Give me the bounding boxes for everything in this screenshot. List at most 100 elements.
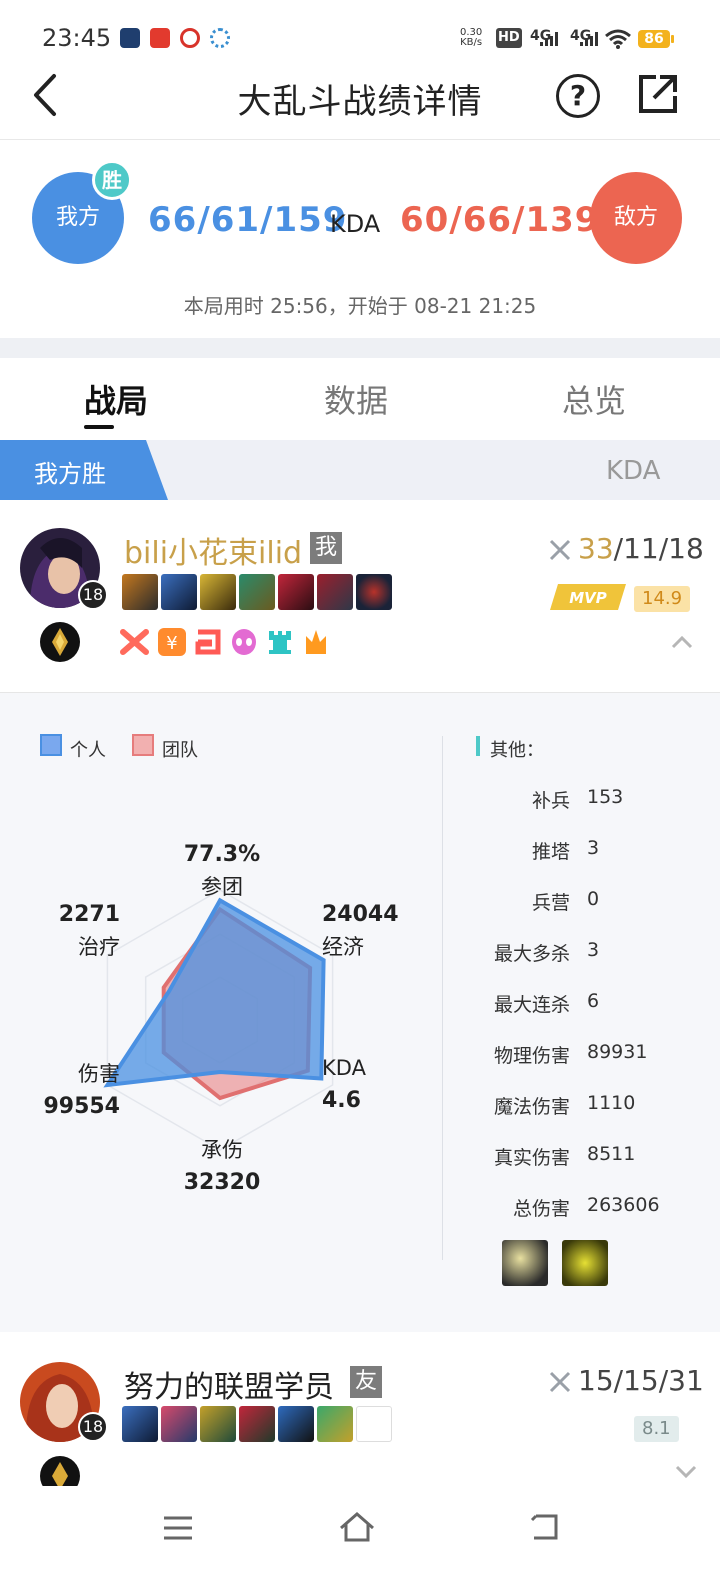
player-score: 8.1	[634, 1416, 679, 1442]
tab-data[interactable]: 数据	[324, 376, 388, 422]
section-divider	[0, 338, 720, 358]
help-icon[interactable]: ?	[556, 74, 600, 118]
item-slot-icon	[278, 574, 314, 610]
stat-value: 8511	[587, 1143, 636, 1165]
rank-emblem-icon	[40, 1456, 80, 1486]
active-tab-indicator	[84, 425, 114, 429]
net-speed-unit: KB/s	[460, 37, 483, 48]
stat-label: 推塔	[531, 841, 570, 863]
flame-badge-icon	[306, 630, 326, 654]
panel-divider	[442, 736, 443, 1260]
participation-value: 77.3%	[183, 842, 261, 867]
crossed-swords-icon	[549, 1371, 571, 1393]
item-slot-icon	[200, 1406, 236, 1442]
item-slot-icon	[239, 574, 275, 610]
stat-label: 补兵	[531, 790, 570, 812]
crossed-swords-icon	[549, 539, 571, 561]
hd-icon: HD	[496, 28, 522, 48]
stat-value: 1110	[587, 1092, 636, 1114]
player-kda: 15/15/31	[578, 1364, 704, 1397]
legend-personal: 个人	[70, 740, 106, 761]
net-speed: 0.30 KB/s	[460, 28, 482, 48]
item-slot-icon	[200, 574, 236, 610]
legend-team-swatch	[132, 734, 154, 756]
item-slot-icon	[122, 1406, 158, 1442]
radar-healing: 2271 治疗	[20, 898, 120, 963]
chevron-up-icon[interactable]	[670, 634, 694, 650]
item-slot-icon	[239, 1406, 275, 1442]
player-row-1[interactable]: 18 bili小花束ilid 我 ¥ 33/11/18 MVP 14.9	[0, 500, 720, 692]
menu-icon[interactable]	[162, 1514, 194, 1542]
wifi-icon	[605, 29, 631, 49]
win-badge: 胜	[92, 160, 132, 200]
triple-kill-badge-icon	[195, 629, 221, 655]
tower-badge-icon	[269, 631, 291, 654]
item-slot-icon	[317, 1406, 353, 1442]
my-team-kda: 66/61/159	[148, 200, 348, 240]
sim2-signal-icon	[580, 32, 600, 46]
radar-damage: 伤害 99554	[20, 1058, 120, 1123]
item-slot-icon	[161, 574, 197, 610]
friend-tag: 友	[350, 1366, 382, 1398]
healing-label: 治疗	[78, 935, 120, 959]
stat-value: 153	[587, 786, 624, 808]
item-slot-icon	[122, 574, 158, 610]
stat-label: 总伤害	[512, 1198, 570, 1220]
item-slot-icon	[356, 574, 392, 610]
player-score: 14.9	[634, 586, 691, 612]
radar-damage-taken: 承伤 32320	[172, 1134, 272, 1199]
taken-label: 承伤	[201, 1138, 243, 1162]
share-external-icon[interactable]	[636, 72, 680, 116]
item-slot-icon	[278, 1406, 314, 1442]
stat-label: 最大连杀	[493, 994, 570, 1016]
player-row-2[interactable]: 18 努力的联盟学员 友 15/15/31 8.1	[0, 1334, 720, 1486]
player-name[interactable]: bili小花束ilid	[124, 528, 302, 572]
self-tag: 我	[310, 532, 342, 564]
stat-label: 兵营	[531, 892, 570, 914]
other-title-marker	[476, 736, 480, 756]
radar-participation: 77.3% 参团	[172, 838, 272, 903]
healing-value: 2271	[58, 902, 120, 927]
tab-battle[interactable]: 战局	[84, 376, 148, 422]
home-icon[interactable]	[338, 1510, 376, 1542]
damage-label: 伤害	[78, 1062, 120, 1086]
enemy-team-kda: 60/66/139	[400, 200, 600, 240]
damage-value: 99554	[43, 1094, 120, 1119]
radar-kda: KDA 4.6	[322, 1052, 366, 1117]
player-kills: 33	[578, 532, 614, 565]
tab-overview[interactable]: 总览	[562, 376, 626, 422]
kda-axis-label: KDA	[322, 1056, 366, 1080]
other-stats-title: 其他：	[490, 740, 544, 761]
legend-personal-swatch	[40, 734, 62, 756]
match-duration: 本局用时 25:56，开始于 08-21 21:25	[183, 294, 537, 318]
champion-level: 18	[78, 1412, 108, 1442]
taken-value: 32320	[183, 1170, 261, 1195]
back-nav-icon[interactable]	[528, 1512, 562, 1542]
player-name[interactable]: 努力的联盟学员	[124, 1362, 334, 1406]
champion-level: 18	[78, 580, 108, 610]
nav-bar: 大乱斗战绩详情 ?	[0, 60, 720, 140]
stat-label: 魔法伤害	[493, 1096, 570, 1118]
svg-text:¥: ¥	[166, 633, 177, 654]
chevron-down-icon[interactable]	[674, 1464, 698, 1480]
stat-value: 6	[587, 990, 600, 1012]
personal-radar-area	[103, 897, 326, 1088]
rank-emblem-icon	[40, 622, 80, 662]
item-slot-icon	[317, 574, 353, 610]
alien-badge-icon	[232, 629, 256, 655]
stat-value: 89931	[587, 1041, 648, 1063]
enemy-team-badge: 敌方	[590, 172, 682, 264]
stat-value: 3	[587, 939, 600, 961]
stat-value: 0	[587, 888, 600, 910]
sim1-signal-icon	[540, 32, 560, 46]
result-label: 我方胜	[34, 460, 106, 488]
mvp-label: MVP	[569, 589, 607, 607]
economy-label: 经济	[322, 935, 364, 959]
music-notification-icon	[150, 28, 170, 48]
battery-icon: 86	[638, 30, 674, 48]
summoner-spell-icon	[562, 1240, 608, 1286]
status-time: 23:45	[42, 24, 112, 52]
participation-label: 参团	[201, 875, 243, 899]
stat-value: 263606	[587, 1194, 660, 1216]
kda-column-header: KDA	[606, 456, 661, 486]
